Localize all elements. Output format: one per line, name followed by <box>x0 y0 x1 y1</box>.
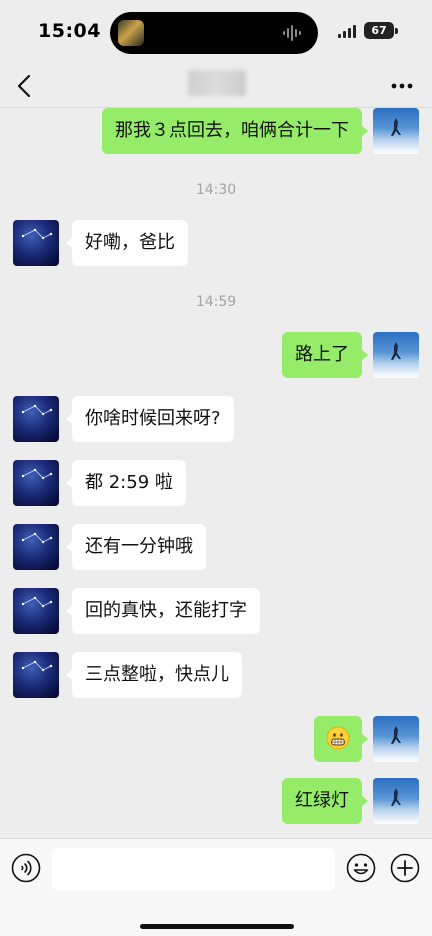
plus-circle-icon[interactable] <box>390 853 420 883</box>
more-dots-icon[interactable] <box>390 76 414 96</box>
received-message-bubble[interactable]: 回的真快，还能打字 <box>66 588 260 634</box>
contact-avatar[interactable] <box>13 524 59 570</box>
chat-timestamp: 14:59 <box>195 294 237 310</box>
home-indicator[interactable] <box>140 924 294 929</box>
received-message-bubble[interactable]: 你啥时候回来呀? <box>66 396 234 442</box>
my-avatar[interactable] <box>373 778 419 824</box>
chat-header <box>0 64 432 108</box>
grinning-face-icon <box>326 726 350 749</box>
received-message-bubble[interactable]: 都 2:59 啦 <box>66 460 186 506</box>
status-bar: 15:04 67 <box>0 0 432 64</box>
chat-timestamp: 14:30 <box>195 182 237 198</box>
received-message-bubble[interactable]: 好嘞，爸比 <box>66 220 188 266</box>
my-avatar[interactable] <box>373 716 419 762</box>
chat-title-blurred <box>188 70 246 96</box>
cellular-signal-icon <box>338 25 356 38</box>
contact-avatar[interactable] <box>13 460 59 506</box>
sent-message-bubble[interactable]: 路上了 <box>282 332 368 378</box>
my-avatar[interactable] <box>373 332 419 378</box>
smiley-icon[interactable] <box>346 853 376 883</box>
sent-message-bubble[interactable]: 红绿灯 <box>282 778 368 824</box>
contact-avatar[interactable] <box>13 396 59 442</box>
received-message-bubble[interactable]: 三点整啦，快点儿 <box>66 652 242 698</box>
voice-icon[interactable] <box>11 853 41 883</box>
battery-indicator: 67 <box>364 22 394 39</box>
chat-input-bar <box>0 838 432 936</box>
contact-avatar[interactable] <box>13 588 59 634</box>
message-list[interactable]: 那我３点回去，咱俩合计一下 14:30 好嘞，爸比 14:59 路上了 你啥时候… <box>0 108 432 838</box>
sent-emoji-bubble[interactable] <box>314 716 368 762</box>
my-avatar[interactable] <box>373 108 419 154</box>
dynamic-island[interactable] <box>110 12 318 54</box>
contact-avatar[interactable] <box>13 652 59 698</box>
now-playing-artwork <box>118 20 144 46</box>
chevron-left-icon[interactable] <box>14 70 36 102</box>
battery-cap <box>395 28 398 34</box>
contact-avatar[interactable] <box>13 220 59 266</box>
audio-waveform-icon <box>283 25 301 41</box>
sent-message-bubble[interactable]: 那我３点回去，咱俩合计一下 <box>102 108 368 154</box>
received-message-bubble[interactable]: 还有一分钟哦 <box>66 524 206 570</box>
status-time: 15:04 <box>38 20 101 42</box>
message-input[interactable] <box>52 848 335 890</box>
